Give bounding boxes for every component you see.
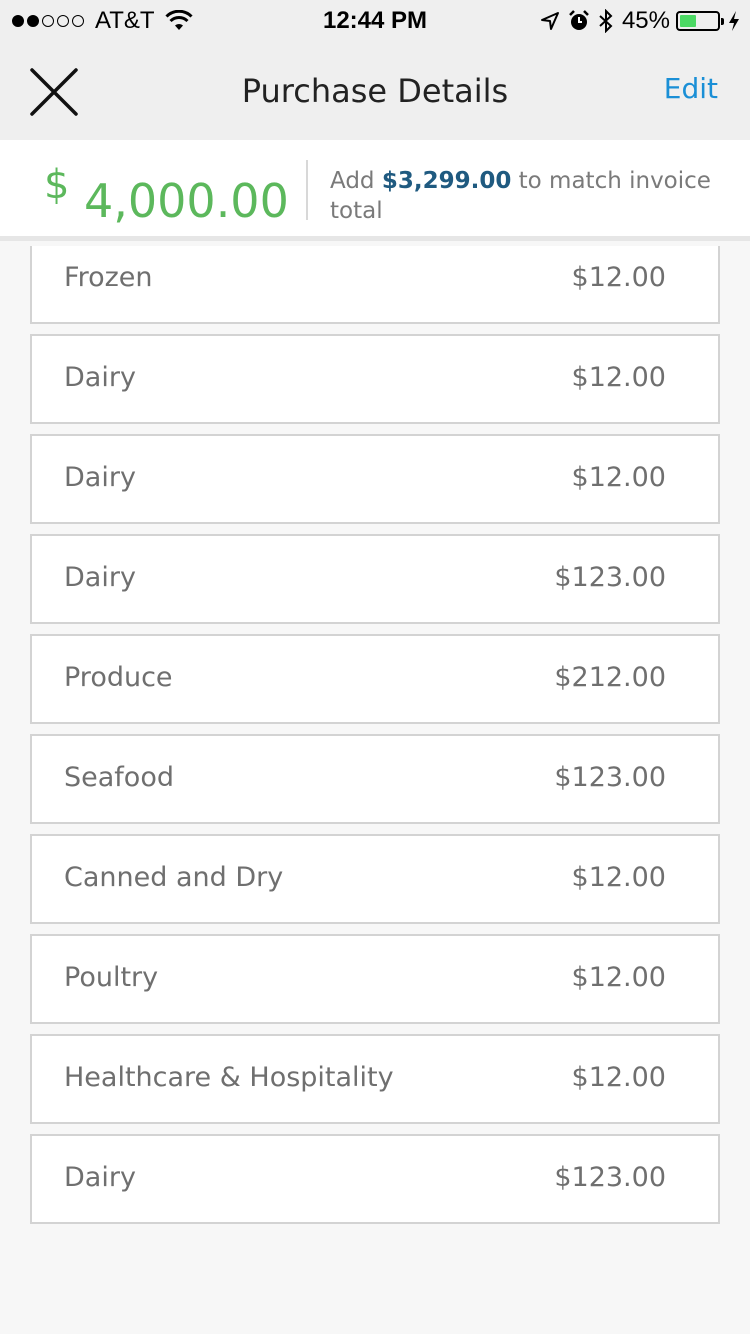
list-item[interactable]: Dairy $12.00 — [30, 434, 720, 524]
battery-fill — [680, 15, 697, 27]
item-amount: $123.00 — [554, 1162, 666, 1193]
list-item[interactable]: Dairy $12.00 — [30, 334, 720, 424]
item-category: Produce — [64, 662, 173, 693]
nav-bar: Purchase Details Edit — [0, 40, 750, 140]
invoice-match-message: Add $3,299.00 to match invoice total — [330, 166, 730, 226]
purchase-summary: $ 4,000.00 Add $3,299.00 to match invoic… — [0, 140, 750, 241]
item-amount: $12.00 — [571, 962, 666, 993]
charging-bolt-icon — [729, 11, 739, 31]
edit-button[interactable]: Edit — [664, 72, 718, 105]
match-amount: $3,299.00 — [381, 168, 512, 194]
alarm-clock-icon — [569, 10, 589, 30]
item-category: Dairy — [64, 462, 136, 493]
item-amount: $12.00 — [571, 262, 666, 293]
status-bar: AT&T 12:44 PM 45% — [0, 0, 750, 40]
item-amount: $212.00 — [554, 662, 666, 693]
item-category: Dairy — [64, 562, 136, 593]
list-item[interactable]: Dairy $123.00 — [30, 1134, 720, 1224]
list-item[interactable]: Frozen $12.00 — [30, 246, 720, 324]
item-amount: $12.00 — [571, 1062, 666, 1093]
item-category: Seafood — [64, 762, 174, 793]
category-list[interactable]: Frozen $12.00 Dairy $12.00 Dairy $12.00 … — [0, 246, 750, 1334]
status-right: 45% — [532, 7, 740, 35]
list-item[interactable]: Poultry $12.00 — [30, 934, 720, 1024]
page-title: Purchase Details — [241, 72, 509, 110]
item-amount: $12.00 — [571, 862, 666, 893]
match-message-prefix: Add — [330, 168, 382, 194]
item-category: Dairy — [64, 362, 136, 393]
purchase-total: 4,000.00 — [84, 174, 289, 228]
list-item[interactable]: Produce $212.00 — [30, 634, 720, 724]
list-item[interactable]: Seafood $123.00 — [30, 734, 720, 824]
item-category: Frozen — [64, 262, 153, 293]
item-amount: $12.00 — [571, 462, 666, 493]
list-item[interactable]: Dairy $123.00 — [30, 534, 720, 624]
battery-icon — [676, 11, 724, 31]
location-arrow-icon — [540, 12, 559, 30]
item-amount: $12.00 — [571, 362, 666, 393]
item-category: Dairy — [64, 1162, 136, 1193]
list-item[interactable]: Healthcare & Hospitality $12.00 — [30, 1034, 720, 1124]
battery-percent: 45% — [621, 7, 670, 34]
list-item[interactable]: Canned and Dry $12.00 — [30, 834, 720, 924]
item-amount: $123.00 — [554, 762, 666, 793]
currency-symbol: $ — [44, 162, 70, 208]
summary-divider — [306, 160, 308, 220]
item-category: Healthcare & Hospitality — [64, 1062, 394, 1093]
item-amount: $123.00 — [554, 562, 666, 593]
item-category: Poultry — [64, 962, 159, 993]
item-category: Canned and Dry — [64, 862, 284, 893]
bluetooth-icon — [599, 9, 613, 33]
